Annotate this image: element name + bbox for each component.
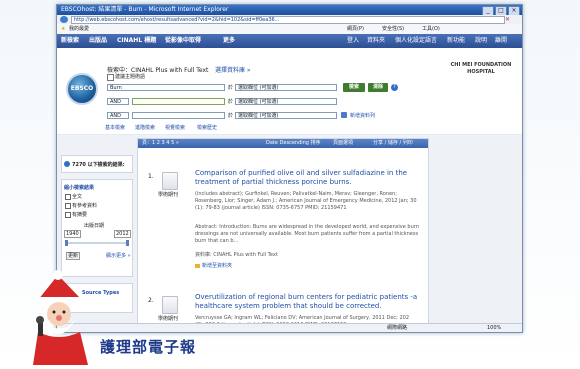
basic-search-link[interactable]: 基本檢索 — [105, 124, 125, 131]
nav-help[interactable]: 說明 — [475, 34, 487, 48]
add-row-icon[interactable] — [341, 112, 347, 118]
limiter-references: 有參考資料 — [72, 203, 98, 209]
date-slider-track[interactable] — [66, 242, 128, 244]
search-term-3[interactable] — [132, 112, 225, 119]
result-abstract: Abstract: Introduction: Burns are widesp… — [195, 224, 419, 244]
address-input[interactable]: http://web.ebscohost.com/ehost/resultsad… — [71, 16, 505, 24]
nav-cinahl-headings[interactable]: CINAHL 標題 — [117, 34, 156, 48]
ebsco-top-nav: 新檢索 出版品 CINAHL 標題 從影像中取得 更多 登入 資料夾 個人化設定… — [57, 34, 522, 48]
search-button[interactable]: 檢索 — [343, 83, 365, 92]
in-label-2: 於 — [228, 99, 234, 105]
results-toolbar: 頁：1 2 3 4 5 » Date Descending 排序 頁面選項 分享… — [138, 139, 428, 148]
choose-db-link[interactable]: 選擇資料庫 » — [215, 65, 251, 74]
nav-preferences[interactable]: 個人化設定 — [395, 34, 425, 48]
zone-label: 網際網路 — [387, 325, 408, 331]
search-panel: EBSCO 檢索中：CINAHL Plus with Full Text 選擇資… — [57, 48, 522, 135]
browser-window: EBSCOhost: 結果清單 - Burn - Microsoft Inter… — [56, 4, 523, 333]
references-checkbox[interactable] — [65, 203, 71, 209]
in-label-3: 於 — [228, 113, 234, 119]
zoom-label[interactable]: 100% — [487, 324, 501, 332]
nav-publications[interactable]: 出版品 — [89, 34, 107, 48]
bool-select-2[interactable]: AND — [107, 98, 129, 105]
result-number: 2. — [148, 297, 154, 304]
newsletter-banner-text: 護理部電子報 — [100, 338, 197, 356]
results-area: 7270 以下檢索的結果: 縮小檢索結果 全文 有參考資料 有摘要 出版日期 1… — [57, 135, 522, 332]
date-to-input[interactable]: 2012 — [114, 230, 131, 238]
result-title-link[interactable]: Overutilization of regional burn centers… — [195, 293, 419, 311]
publication-type: 學術期刊 — [158, 316, 179, 322]
sort-dropdown[interactable]: Date Descending 排序 — [266, 139, 321, 148]
tools-menu[interactable]: 工具(O) — [422, 24, 440, 34]
help-icon[interactable]: ? — [391, 84, 398, 91]
folder-icon — [195, 264, 200, 268]
result-meta: (includes abstract); Gurfinkel, Reuven; … — [195, 191, 417, 211]
limiter-abstract: 有摘要 — [72, 212, 88, 218]
title-bar: EBSCOhost: 結果清單 - Burn - Microsoft Inter… — [57, 5, 522, 16]
suggest-label: 建議主題術語 — [115, 74, 146, 80]
suggest-checkbox[interactable] — [107, 74, 114, 81]
results-column: 頁：1 2 3 4 5 » Date Descending 排序 頁面選項 分享… — [137, 138, 429, 332]
nav-folder[interactable]: 資料夾 — [367, 34, 385, 48]
limiter-fulltext: 全文 — [72, 194, 83, 200]
field-select-2[interactable]: 選取欄位 (可加選) — [235, 98, 337, 105]
search-history-link[interactable]: 檢索歷史 — [197, 124, 217, 131]
bool-select-3[interactable]: AND — [107, 112, 129, 119]
arrow-icon — [64, 161, 70, 167]
ebsco-logo: EBSCO — [66, 73, 98, 105]
add-to-folder-link[interactable]: 新增至資料夾 — [202, 262, 232, 269]
date-slider-handle-right[interactable] — [126, 240, 129, 246]
window-title: EBSCOhost: 結果清單 - Burn - Microsoft Inter… — [61, 6, 229, 13]
nav-exit[interactable]: 離開 — [495, 34, 507, 48]
advanced-search-link[interactable]: 進階檢索 — [135, 124, 155, 131]
safety-menu[interactable]: 安全性(S) — [382, 24, 404, 34]
date-slider-handle-left[interactable] — [65, 240, 68, 246]
narrow-results-box: 縮小檢索結果 全文 有參考資料 有摘要 出版日期 1940 2012 更新 顯示… — [61, 179, 133, 277]
nav-images[interactable]: 從影像中取得 — [165, 34, 201, 48]
search-term-2[interactable] — [132, 98, 225, 105]
result-title-link[interactable]: Comparison of purified olive oil and sil… — [195, 169, 419, 187]
in-label-1: 於 — [228, 85, 234, 91]
document-icon — [162, 296, 178, 314]
results-count: 7270 以下檢索的結果: — [72, 162, 125, 168]
visual-search-link[interactable]: 視覺檢索 — [165, 124, 185, 131]
back-icon[interactable] — [60, 16, 68, 23]
results-count-box: 7270 以下檢索的結果: — [61, 155, 133, 173]
nav-language[interactable]: 語言 — [425, 34, 437, 48]
status-bar: 網際網路 100% — [57, 323, 522, 332]
nav-more[interactable]: 更多 — [223, 34, 235, 48]
show-more-link[interactable]: 顯示更多 » — [106, 252, 131, 259]
stop-icon[interactable]: ✕ — [505, 16, 510, 23]
document-icon — [162, 172, 178, 190]
santa-illustration — [33, 270, 88, 365]
nav-signin[interactable]: 登入 — [347, 34, 359, 48]
result-number: 1. — [148, 173, 154, 180]
update-button[interactable]: 更新 — [66, 252, 80, 260]
clear-button[interactable]: 清除 — [368, 83, 388, 92]
publication-type: 學術期刊 — [158, 192, 179, 198]
share-dropdown[interactable]: 分享 / 儲存 / 列印 — [373, 139, 413, 148]
field-select-1[interactable]: 選取欄位 (可加選) — [235, 84, 337, 91]
page-menu[interactable]: 網頁(P) — [347, 24, 364, 34]
narrow-title: 縮小檢索結果 — [64, 185, 95, 191]
fulltext-checkbox[interactable] — [65, 194, 71, 200]
page-options-dropdown[interactable]: 頁面選項 — [333, 139, 353, 148]
pub-date-label: 出版日期 — [84, 223, 105, 229]
institution-name: CHI MEI FOUNDATION HOSPITAL — [450, 62, 512, 75]
nav-new-search[interactable]: 新檢索 — [61, 34, 79, 48]
date-from-input[interactable]: 1940 — [64, 230, 81, 238]
favorites-label[interactable]: 我的最愛 — [69, 24, 89, 34]
result-database: 資料庫: CINAHL Plus with Full Text — [195, 252, 278, 258]
field-select-3[interactable]: 選取欄位 (可加選) — [235, 112, 337, 119]
search-term-1[interactable]: Burn — [107, 84, 225, 91]
add-row-link[interactable]: 新增資料列 — [350, 112, 375, 119]
pagination[interactable]: 頁：1 2 3 4 5 » — [142, 139, 179, 148]
nav-new-features[interactable]: 新功能 — [447, 34, 465, 48]
star-icon[interactable]: ★ — [61, 24, 65, 34]
abstract-checkbox[interactable] — [65, 212, 71, 218]
